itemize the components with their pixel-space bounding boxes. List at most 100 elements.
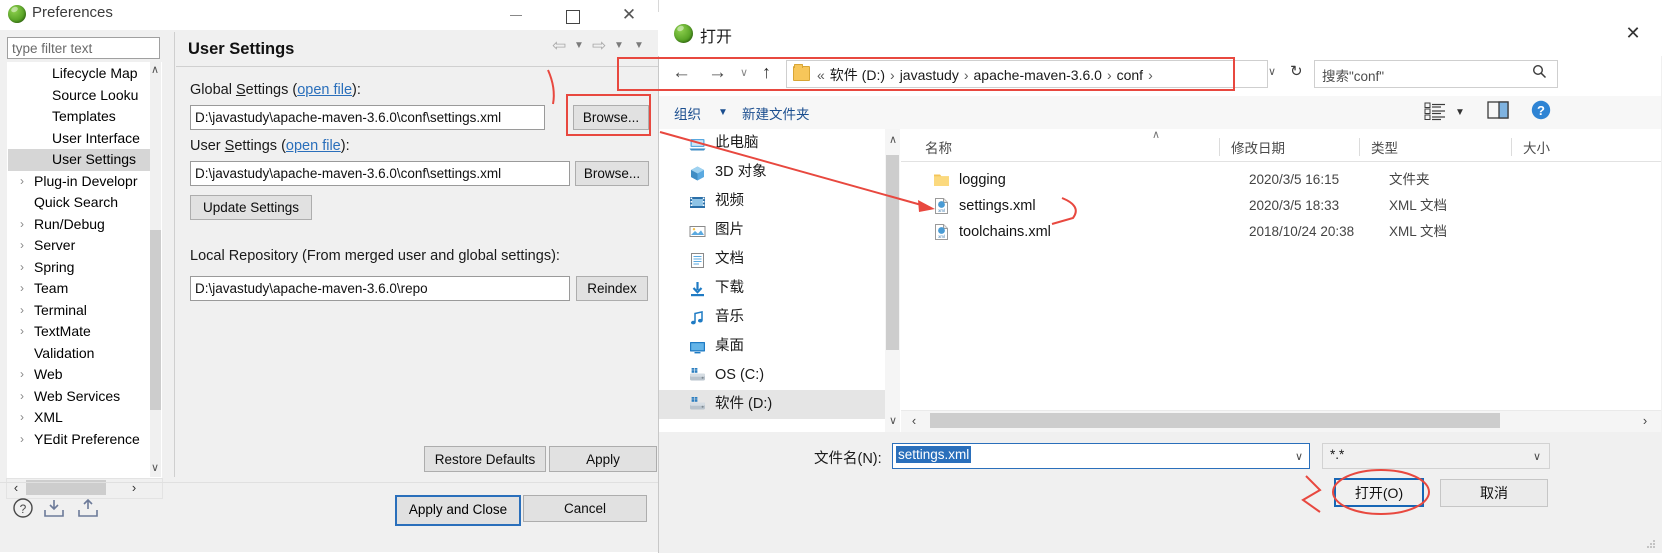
back-dropdown-icon[interactable]: ▼ bbox=[574, 40, 584, 51]
column-header-name[interactable]: 名称 bbox=[925, 137, 952, 157]
view-dropdown-icon[interactable]: ▼ bbox=[1455, 107, 1465, 118]
sidebar-item-yedit-preference[interactable]: › YEdit Preference bbox=[8, 429, 161, 451]
sidebar-item-server[interactable]: › Server bbox=[8, 235, 161, 257]
sidebar-item-terminal[interactable]: › Terminal bbox=[8, 300, 161, 322]
column-divider[interactable] bbox=[1359, 138, 1360, 156]
browse-global-button[interactable]: Browse... bbox=[573, 105, 649, 130]
nav-pane-item-[interactable]: 图片 bbox=[659, 216, 885, 245]
file-name[interactable]: settings.xml bbox=[959, 193, 1036, 219]
nav-pane-item-[interactable]: 此电脑 bbox=[659, 129, 885, 158]
minimize-button[interactable] bbox=[494, 0, 540, 30]
open-button[interactable]: 打开(O) bbox=[1334, 478, 1424, 507]
back-icon[interactable]: ← bbox=[672, 62, 691, 84]
nav-pane-item-[interactable]: 下载 bbox=[659, 274, 885, 303]
nav-pane-item-[interactable]: 文档 bbox=[659, 245, 885, 274]
list-view-icon[interactable] bbox=[1424, 101, 1448, 121]
sidebar-item-textmate[interactable]: › TextMate bbox=[8, 321, 161, 343]
column-divider[interactable] bbox=[1511, 138, 1512, 156]
sidebar-item-user-interface[interactable]: User Interface bbox=[8, 128, 161, 150]
file-row[interactable]: logging 2020/3/5 16:15 文件夹 bbox=[901, 167, 1661, 193]
nav-pane-item-[interactable]: 音乐 bbox=[659, 303, 885, 332]
chevron-right-icon[interactable]: › bbox=[20, 364, 24, 386]
chevron-right-icon[interactable]: › bbox=[20, 300, 24, 322]
tree-scroll-thumb[interactable] bbox=[150, 230, 161, 410]
organize-button[interactable]: 组织 bbox=[674, 103, 701, 123]
chevron-right-icon[interactable]: › bbox=[20, 429, 24, 451]
file-list-hscroll-thumb[interactable] bbox=[930, 413, 1500, 428]
reindex-button[interactable]: Reindex bbox=[576, 276, 648, 301]
chevron-right-icon[interactable]: › bbox=[20, 171, 24, 193]
sidebar-item-source-looku[interactable]: Source Looku bbox=[8, 85, 161, 107]
nav-pane-item-3d[interactable]: 3D 对象 bbox=[659, 158, 885, 187]
filename-dropdown-icon[interactable]: ∨ bbox=[1295, 450, 1303, 463]
chevron-right-icon[interactable]: › bbox=[20, 407, 24, 429]
user-settings-input[interactable]: D:\javastudy\apache-maven-3.6.0\conf\set… bbox=[190, 161, 570, 186]
sidebar-item-lifecycle-map[interactable]: Lifecycle Map bbox=[8, 63, 161, 85]
file-type-select[interactable] bbox=[1322, 443, 1550, 469]
breadcrumb-item-0[interactable]: 软件 (D:) bbox=[830, 67, 885, 83]
back-arrow-icon[interactable]: ⇦ bbox=[552, 36, 566, 56]
file-type-dropdown-icon[interactable]: ∨ bbox=[1533, 450, 1541, 463]
preview-pane-icon[interactable] bbox=[1486, 100, 1510, 120]
nav-pane-scroll-thumb[interactable] bbox=[886, 155, 899, 350]
forward-icon[interactable]: → bbox=[708, 62, 727, 84]
import-icon[interactable] bbox=[42, 498, 66, 518]
column-header-type[interactable]: 类型 bbox=[1371, 137, 1398, 157]
up-one-level-icon[interactable]: ↑ bbox=[762, 62, 771, 83]
sidebar-item-plug-in-developr[interactable]: › Plug-in Developr bbox=[8, 171, 161, 193]
navigation-pane[interactable]: 此电脑 3D 对象 视频 图片 文档 下载 音乐 桌面 OS (C:) 软件 (D:) bbox=[659, 129, 885, 432]
sidebar-item-templates[interactable]: Templates bbox=[8, 106, 161, 128]
maximize-button[interactable] bbox=[550, 0, 596, 30]
forward-arrow-icon[interactable]: ⇨ bbox=[592, 36, 606, 56]
sidebar-item-validation[interactable]: Validation bbox=[8, 343, 161, 365]
chevron-down-icon[interactable]: ▼ bbox=[718, 107, 728, 118]
file-list-header[interactable]: 名称 修改日期 类型 大小 bbox=[901, 131, 1661, 162]
global-open-file-link[interactable]: open file bbox=[297, 82, 352, 98]
export-icon[interactable] bbox=[76, 498, 100, 518]
nav-scroll-up-icon[interactable]: ∧ bbox=[886, 131, 900, 149]
apply-and-close-button[interactable]: Apply and Close bbox=[395, 495, 521, 526]
tree-scroll-down-icon[interactable]: ∨ bbox=[149, 460, 161, 476]
file-row[interactable]: xml toolchains.xml 2018/10/24 20:38 XML 文档 bbox=[901, 219, 1661, 245]
cancel-button[interactable]: Cancel bbox=[523, 495, 647, 522]
chevron-right-icon[interactable]: › bbox=[20, 235, 24, 257]
file-list-pane[interactable]: logging 2020/3/5 16:15 文件夹 xml settings.xml 2… bbox=[901, 129, 1661, 410]
help-icon[interactable]: ? bbox=[1530, 99, 1552, 121]
sidebar-item-quick-search[interactable]: Quick Search bbox=[8, 192, 161, 214]
apply-button[interactable]: Apply bbox=[549, 446, 657, 472]
sidebar-item-run-debug[interactable]: › Run/Debug bbox=[8, 214, 161, 236]
close-icon[interactable]: ✕ bbox=[1618, 20, 1648, 46]
address-dropdown-icon[interactable]: ∨ bbox=[1268, 65, 1276, 78]
file-row[interactable]: xml settings.xml 2020/3/5 18:33 XML 文档 bbox=[901, 193, 1661, 219]
browse-user-button[interactable]: Browse... bbox=[575, 161, 649, 186]
filter-input[interactable]: type filter text bbox=[7, 37, 160, 59]
column-divider[interactable] bbox=[1219, 138, 1220, 156]
breadcrumb-item-1[interactable]: javastudy bbox=[900, 67, 959, 83]
preferences-tree[interactable]: Lifecycle Map Source Looku Templates User I… bbox=[7, 62, 162, 479]
sidebar-item-web-services[interactable]: › Web Services bbox=[8, 386, 161, 408]
resize-grip[interactable] bbox=[1646, 536, 1656, 548]
chevron-right-icon[interactable]: › bbox=[20, 278, 24, 300]
panel-menu-icon[interactable]: ▼ bbox=[634, 40, 644, 51]
nav-scroll-down-icon[interactable]: ∨ bbox=[886, 412, 900, 430]
breadcrumb[interactable]: «软件 (D:) › javastudy › apache-maven-3.6.0 › co… bbox=[812, 65, 1158, 85]
chevron-right-icon[interactable]: › bbox=[20, 386, 24, 408]
file-name[interactable]: toolchains.xml bbox=[959, 219, 1051, 245]
nav-pane-item-[interactable]: 视频 bbox=[659, 187, 885, 216]
restore-defaults-button[interactable]: Restore Defaults bbox=[424, 446, 546, 472]
refresh-icon[interactable]: ↻ bbox=[1290, 62, 1303, 80]
breadcrumb-item-3[interactable]: conf bbox=[1117, 67, 1143, 83]
chevron-right-icon[interactable]: › bbox=[20, 257, 24, 279]
nav-pane-item-os-c[interactable]: OS (C:) bbox=[659, 361, 885, 390]
sidebar-item-spring[interactable]: › Spring bbox=[8, 257, 161, 279]
local-repository-input[interactable]: D:\javastudy\apache-maven-3.6.0\repo bbox=[190, 276, 570, 301]
tree-scroll-up-icon[interactable]: ∧ bbox=[149, 62, 161, 78]
sidebar-item-xml[interactable]: › XML bbox=[8, 407, 161, 429]
cancel-button[interactable]: 取消 bbox=[1440, 479, 1548, 507]
global-settings-input[interactable]: D:\javastudy\apache-maven-3.6.0\conf\set… bbox=[190, 105, 545, 130]
nav-pane-item-[interactable]: 桌面 bbox=[659, 332, 885, 361]
new-folder-button[interactable]: 新建文件夹 bbox=[742, 103, 810, 123]
column-header-size[interactable]: 大小 bbox=[1523, 137, 1550, 157]
sidebar-item-user-settings[interactable]: User Settings bbox=[8, 149, 161, 171]
help-icon[interactable]: ? bbox=[12, 497, 34, 519]
